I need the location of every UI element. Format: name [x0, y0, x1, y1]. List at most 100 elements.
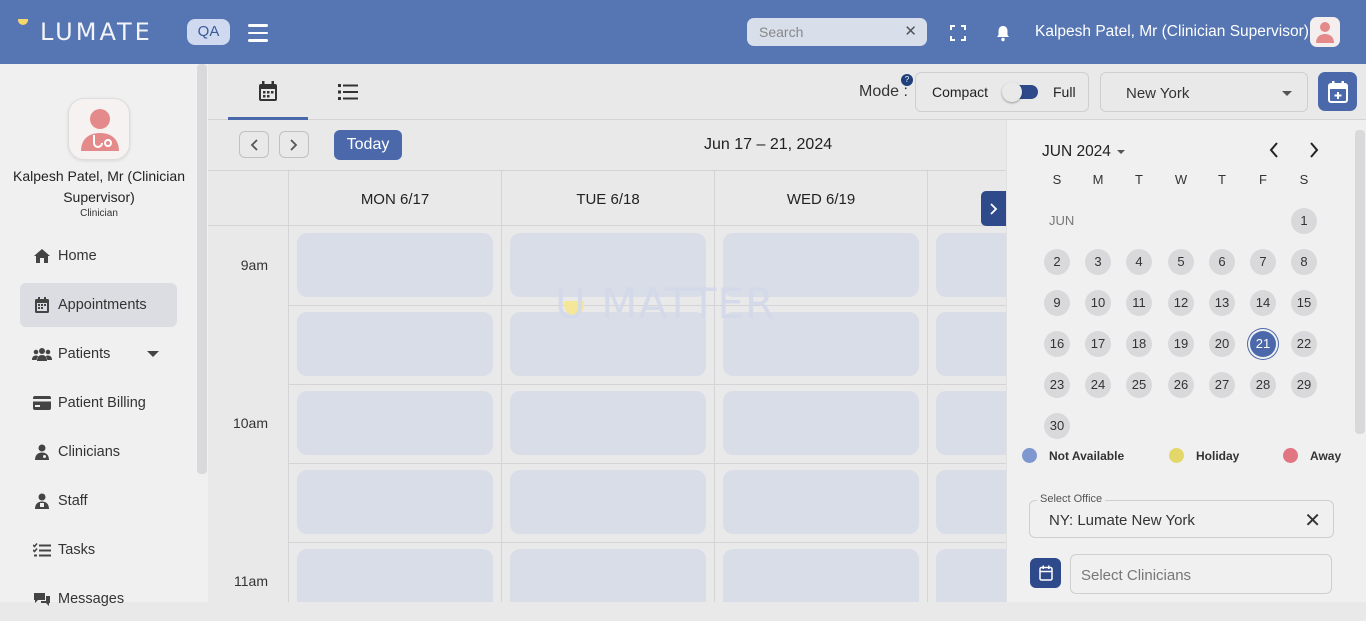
fullscreen-icon[interactable]: [950, 25, 966, 41]
mini-calendar-day[interactable]: 28: [1250, 372, 1276, 398]
time-slot[interactable]: [936, 233, 1008, 297]
menu-icon[interactable]: [248, 24, 268, 42]
mini-calendar-day[interactable]: 12: [1168, 290, 1194, 316]
mini-calendar-day[interactable]: 20: [1209, 331, 1235, 357]
mini-calendar-day[interactable]: 13: [1209, 290, 1235, 316]
app-logo[interactable]: LUMATE: [40, 18, 153, 46]
day-header-wed[interactable]: WED 6/19: [714, 171, 927, 227]
calendar-filter-button[interactable]: [1030, 558, 1061, 588]
tab-list-view[interactable]: [308, 64, 388, 120]
search-input[interactable]: [759, 23, 899, 41]
chevron-left-icon[interactable]: [1269, 142, 1279, 158]
mini-calendar-day[interactable]: 16: [1044, 331, 1070, 357]
mini-calendar-day[interactable]: 15: [1291, 290, 1317, 316]
chevron-down-icon[interactable]: [147, 351, 159, 357]
grid-divider: [288, 542, 1008, 543]
search-box[interactable]: ✕: [747, 18, 927, 46]
user-avatar[interactable]: [1310, 17, 1340, 47]
time-slot[interactable]: [723, 549, 919, 602]
right-panel-scrollbar[interactable]: [1355, 130, 1365, 434]
mini-calendar-day[interactable]: 25: [1126, 372, 1152, 398]
time-slot[interactable]: [510, 549, 706, 602]
sidebar: Kalpesh Patel, Mr (Clinician Supervisor)…: [0, 64, 208, 607]
chevron-right-icon: [290, 138, 298, 151]
time-slot[interactable]: [936, 391, 1008, 455]
clear-search-icon[interactable]: ✕: [904, 22, 917, 40]
mode-full-label[interactable]: Full: [1053, 84, 1076, 100]
mini-calendar-day[interactable]: 29: [1291, 372, 1317, 398]
mini-calendar-day[interactable]: 6: [1209, 249, 1235, 275]
time-slot[interactable]: [723, 470, 919, 534]
sidebar-item-clinicians[interactable]: Clinicians: [20, 430, 177, 474]
mini-calendar-day[interactable]: 3: [1085, 249, 1111, 275]
mini-calendar-day[interactable]: 23: [1044, 372, 1070, 398]
clear-office-icon[interactable]: ✕: [1304, 508, 1321, 533]
mini-calendar-day[interactable]: 22: [1291, 331, 1317, 357]
mini-calendar-month[interactable]: JUN 2024: [1042, 143, 1111, 161]
mini-calendar-day[interactable]: 2: [1044, 249, 1070, 275]
time-slot[interactable]: [936, 470, 1008, 534]
prev-week-button[interactable]: [239, 131, 269, 158]
time-slot[interactable]: [510, 470, 706, 534]
mode-compact-label[interactable]: Compact: [932, 84, 988, 100]
mini-calendar-day[interactable]: 11: [1126, 290, 1152, 316]
profile-avatar: [68, 98, 130, 160]
add-appointment-button[interactable]: [1318, 72, 1357, 111]
mini-calendar-day[interactable]: 21: [1250, 331, 1276, 357]
next-week-button[interactable]: [279, 131, 309, 158]
sidebar-item-tasks[interactable]: Tasks: [20, 528, 177, 572]
time-slot[interactable]: [297, 233, 493, 297]
help-icon[interactable]: ?: [901, 74, 913, 86]
mini-calendar-day[interactable]: 8: [1291, 249, 1317, 275]
mini-calendar-day[interactable]: 17: [1085, 331, 1111, 357]
mini-calendar-day[interactable]: 24: [1085, 372, 1111, 398]
sidebar-item-home[interactable]: Home: [20, 234, 177, 278]
time-slot[interactable]: [297, 470, 493, 534]
time-label: 11am: [234, 573, 268, 589]
notification-bell-icon[interactable]: [994, 24, 1012, 42]
office-select[interactable]: Select Office NY: Lumate New York ✕: [1029, 493, 1334, 538]
sidebar-scrollbar[interactable]: [197, 64, 207, 474]
tab-calendar-view[interactable]: [228, 64, 308, 120]
mini-calendar-day[interactable]: 7: [1250, 249, 1276, 275]
sidebar-item-appointments[interactable]: Appointments: [20, 283, 177, 327]
expand-panel-button[interactable]: [981, 191, 1007, 226]
main-content: Mode : ? Compact Full New York Today Jun…: [208, 64, 1366, 602]
chevron-right-icon[interactable]: [1309, 142, 1319, 158]
mini-calendar-day[interactable]: 1: [1291, 208, 1317, 234]
day-header-mon[interactable]: MON 6/17: [288, 171, 501, 227]
mini-calendar-day[interactable]: 4: [1126, 249, 1152, 275]
user-name[interactable]: Kalpesh Patel, Mr (Clinician Supervisor): [1035, 23, 1309, 41]
clinicians-select[interactable]: [1070, 554, 1332, 594]
time-slot[interactable]: [936, 312, 1008, 376]
mini-calendar-day[interactable]: 30: [1044, 413, 1070, 439]
day-header-tue[interactable]: TUE 6/18: [501, 171, 714, 227]
time-slot[interactable]: [510, 391, 706, 455]
time-slot[interactable]: [297, 391, 493, 455]
time-slot[interactable]: [723, 391, 919, 455]
tasks-icon: [32, 543, 52, 557]
sidebar-item-messages[interactable]: Messages: [20, 577, 177, 621]
mini-calendar-day[interactable]: 18: [1126, 331, 1152, 357]
mini-calendar-day[interactable]: 19: [1168, 331, 1194, 357]
mini-calendar-day[interactable]: 9: [1044, 290, 1070, 316]
mini-calendar-day[interactable]: 5: [1168, 249, 1194, 275]
clinicians-input[interactable]: [1081, 565, 1311, 585]
chevron-left-icon: [250, 138, 258, 151]
sidebar-item-patients[interactable]: Patients: [20, 332, 177, 376]
time-slot[interactable]: [297, 549, 493, 602]
office-select-value: NY: Lumate New York: [1049, 512, 1195, 529]
time-slot[interactable]: [297, 312, 493, 376]
mini-calendar-day[interactable]: 14: [1250, 290, 1276, 316]
mini-calendar-day[interactable]: 10: [1085, 290, 1111, 316]
sidebar-item-patient-billing[interactable]: Patient Billing: [20, 381, 177, 425]
city-select[interactable]: New York: [1100, 72, 1308, 112]
mode-toggle[interactable]: [1002, 82, 1038, 102]
chevron-down-icon[interactable]: [1117, 150, 1125, 154]
mini-calendar-day[interactable]: 27: [1209, 372, 1235, 398]
mini-calendar-day[interactable]: 26: [1168, 372, 1194, 398]
sidebar-item-staff[interactable]: Staff: [20, 479, 177, 523]
time-slot[interactable]: [936, 549, 1008, 602]
weekday-label: M: [1092, 172, 1104, 187]
today-button[interactable]: Today: [334, 130, 402, 160]
